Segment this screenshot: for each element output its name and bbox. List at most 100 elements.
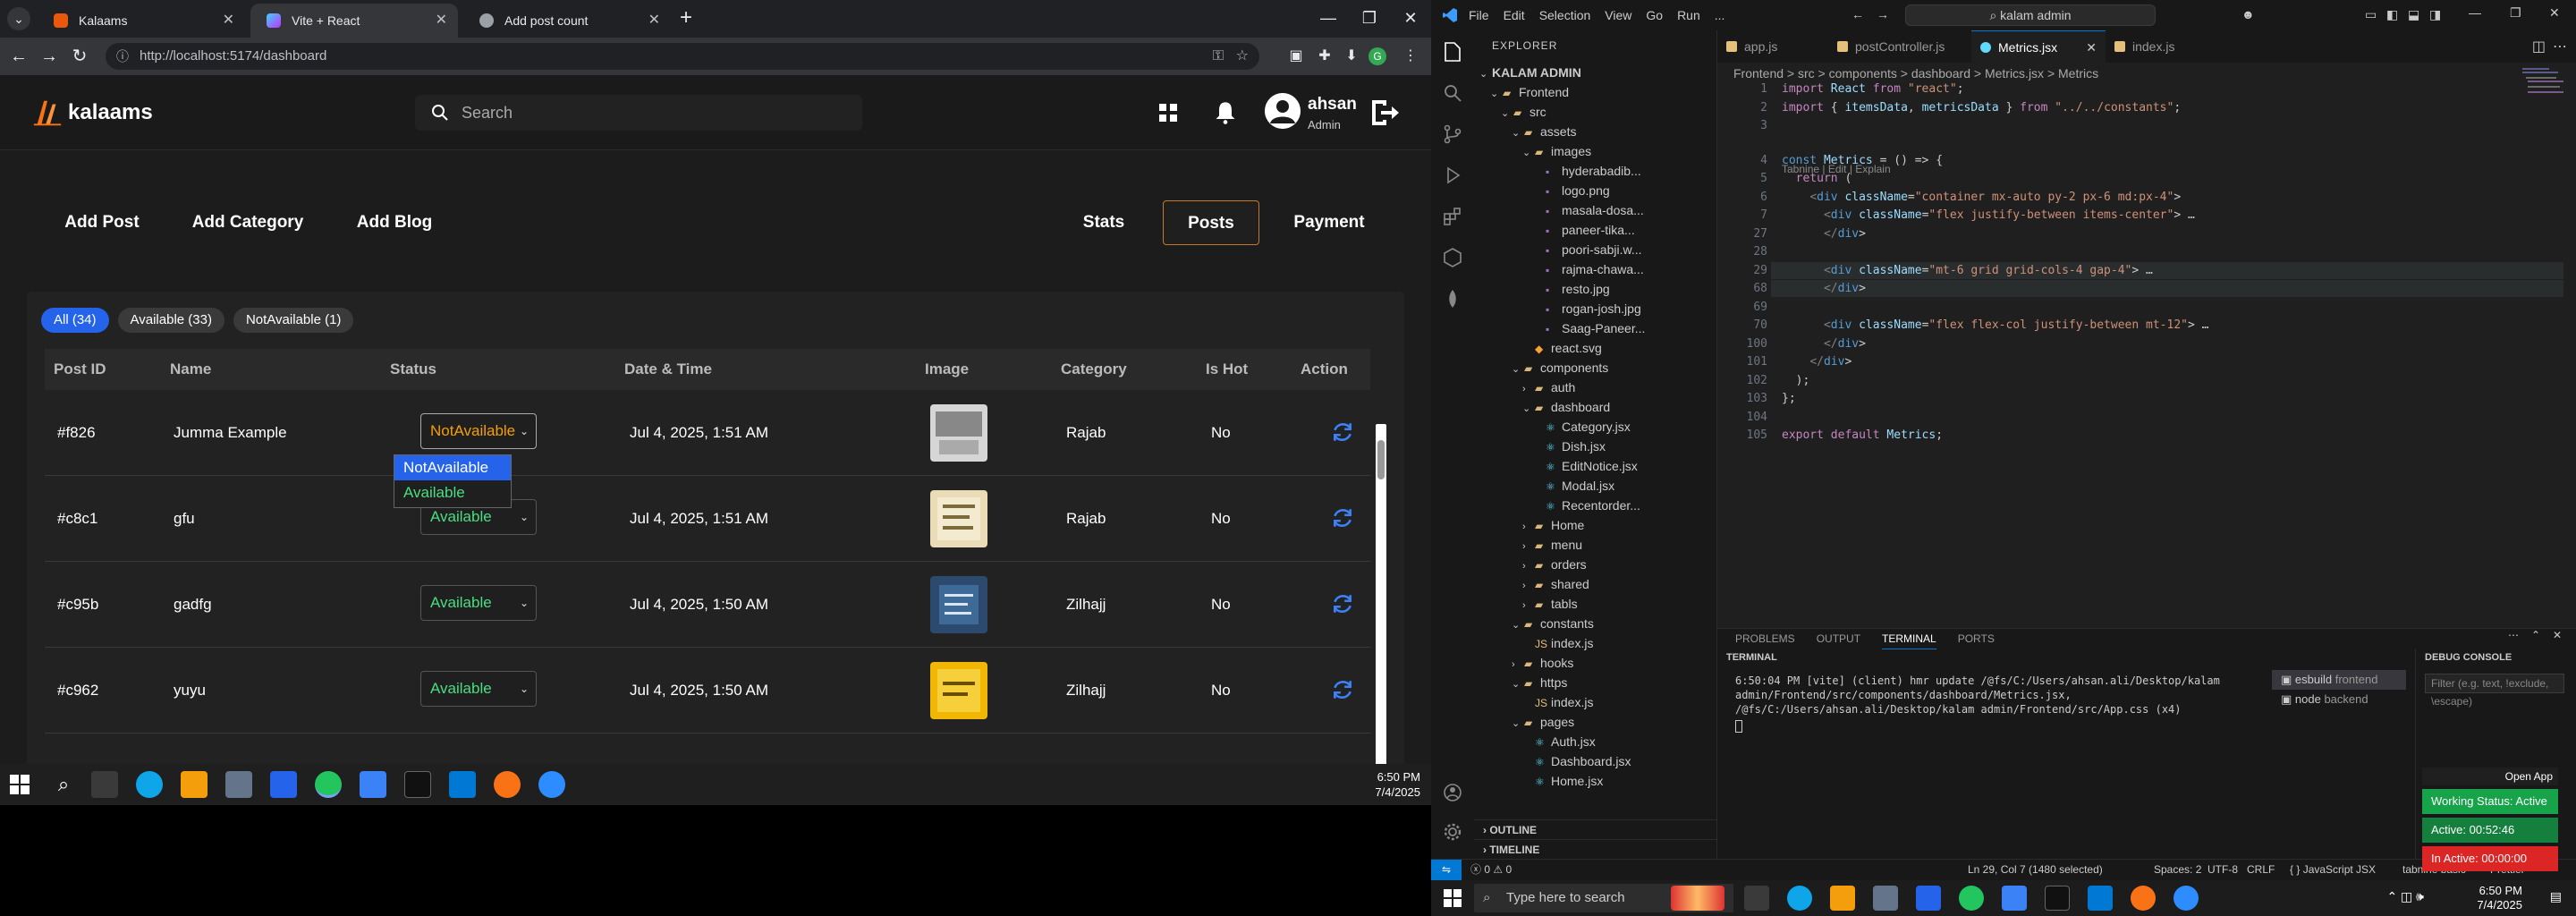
filter-notavailable[interactable]: NotAvailable (1) <box>233 308 354 333</box>
tree-item[interactable]: ◆ react.svg <box>1474 338 1717 358</box>
code-line[interactable]: const Metrics = () => { <box>1782 154 1943 167</box>
chrome-tab-kalaams[interactable]: Kalaams ✕ <box>38 4 245 38</box>
add-category-button[interactable]: Add Category <box>179 200 317 245</box>
extension-icon[interactable]: ▣ <box>1286 47 1306 66</box>
close-tab-icon[interactable]: ✕ <box>2086 31 2097 64</box>
file-explorer-icon[interactable] <box>181 771 208 798</box>
user-avatar[interactable] <box>1265 93 1301 129</box>
tree-item[interactable]: ⚛ Modal.jsx <box>1474 476 1717 496</box>
encoding[interactable]: UTF-8 <box>2207 860 2238 879</box>
close-panel-icon[interactable]: ✕ <box>2553 629 2562 641</box>
tree-item[interactable]: › ▰ Home <box>1474 515 1717 535</box>
posts-tab[interactable]: Posts <box>1163 200 1259 245</box>
tree-item[interactable]: › ▰ shared <box>1474 574 1717 594</box>
layout-icon[interactable]: ▭ <box>2365 7 2377 22</box>
new-tab-button[interactable]: + <box>680 5 692 30</box>
timeline-section[interactable]: › TIMELINE <box>1474 839 1717 859</box>
search-icon[interactable]: ⌕ <box>50 771 77 798</box>
editor-tab-app-js[interactable]: app.js <box>1717 30 1828 63</box>
code-line[interactable]: </div> <box>1782 355 1852 369</box>
menu-edit[interactable]: Edit <box>1504 0 1525 30</box>
extensions-icon[interactable] <box>1442 206 1463 227</box>
split-editor-icon[interactable]: ◫ <box>2532 38 2546 55</box>
notification-icon[interactable]: ▤ <box>2550 889 2562 904</box>
run-debug-icon[interactable] <box>1442 165 1463 186</box>
task-view-icon[interactable] <box>91 771 118 798</box>
close-window-icon[interactable]: ✕ <box>2549 5 2560 21</box>
tree-item[interactable]: ⚛ Dish.jsx <box>1474 437 1717 456</box>
tree-item[interactable]: ⚛ Dashboard.jsx <box>1474 751 1717 771</box>
store-icon[interactable] <box>1873 886 1898 911</box>
editor-tab-index-js[interactable]: index.js <box>2106 30 2213 63</box>
vscode-icon[interactable] <box>2088 886 2113 911</box>
chrome-tab-add-post-count[interactable]: Add post count ✕ <box>463 4 671 38</box>
tree-item[interactable]: ⌄ ▰ dashboard <box>1474 397 1717 417</box>
site-info-icon[interactable]: ⓘ <box>116 43 129 70</box>
bell-icon[interactable] <box>1213 100 1238 125</box>
add-blog-button[interactable]: Add Blog <box>333 200 456 245</box>
tree-item[interactable]: ▪ Saag-Paneer... <box>1474 318 1717 338</box>
terminal-node[interactable]: ▣ node backend <box>2272 690 2406 709</box>
tray-icons[interactable]: ⌃ ◫ 🕪 <box>2386 889 2424 904</box>
tree-item[interactable]: ⚛ Home.jsx <box>1474 771 1717 791</box>
filter-all[interactable]: All (34) <box>41 308 109 333</box>
code-line[interactable]: return ( <box>1782 172 1852 185</box>
windows-start-icon[interactable] <box>1444 889 1462 907</box>
store-icon[interactable] <box>225 771 252 798</box>
zoom-icon[interactable] <box>2174 886 2199 911</box>
explorer-icon[interactable] <box>1442 41 1463 63</box>
filter-available[interactable]: Available (33) <box>117 308 225 333</box>
minimap[interactable] <box>2522 66 2567 102</box>
mail-icon[interactable] <box>270 771 297 798</box>
profile-avatar[interactable]: G <box>1368 47 1386 65</box>
maximize-icon[interactable]: ❐ <box>1349 0 1390 38</box>
tree-item[interactable]: ⚛ Category.jsx <box>1474 417 1717 437</box>
indentation[interactable]: Spaces: 2 <box>2154 860 2201 879</box>
menu-more[interactable]: ... <box>1715 0 1725 30</box>
source-control-icon[interactable] <box>1442 123 1463 145</box>
editor-tab-postcontroller[interactable]: postController.js <box>1828 30 1971 63</box>
kebab-menu-icon[interactable]: ⋮ <box>1401 47 1420 66</box>
panel-tab-terminal[interactable]: TERMINAL <box>1882 629 1936 649</box>
incognito-key-icon[interactable]: ⚿ <box>1213 43 1224 70</box>
maximize-icon[interactable]: ❐ <box>2510 5 2521 21</box>
zoom-icon[interactable] <box>538 771 565 798</box>
tree-item[interactable]: ▪ hyderabadib... <box>1474 161 1717 181</box>
mongodb-leaf-icon[interactable] <box>1442 288 1463 310</box>
edge-icon[interactable] <box>136 771 163 798</box>
code-line[interactable]: <div className="flex flex-col justify-be… <box>1782 318 2209 332</box>
app-icon[interactable] <box>360 771 386 798</box>
tree-item[interactable]: ⌄ ▰ Frontend <box>1474 82 1717 102</box>
gear-icon[interactable] <box>1442 821 1463 843</box>
tree-item[interactable]: ▪ logo.png <box>1474 181 1717 200</box>
chrome-icon[interactable] <box>1959 886 1984 911</box>
code-line[interactable]: ); <box>1782 374 1810 387</box>
code-line[interactable]: import { itemsData, metricsData } from "… <box>1782 101 2181 114</box>
maximize-panel-icon[interactable]: ⌃ <box>2531 629 2540 641</box>
open-app-button[interactable]: Open App <box>2422 768 2558 785</box>
tree-item[interactable]: ⌄ ▰ components <box>1474 358 1717 377</box>
windows-start-icon[interactable] <box>9 774 30 795</box>
refresh-icon[interactable] <box>1331 506 1354 530</box>
search-input[interactable]: Search <box>415 95 862 131</box>
terminal-esbuild[interactable]: ▣ esbuild frontend <box>2272 670 2406 690</box>
minimize-icon[interactable]: — <box>2469 5 2481 20</box>
back-arrow-icon[interactable]: ← <box>1852 7 1864 21</box>
tree-item[interactable]: JS index.js <box>1474 633 1717 653</box>
search-icon[interactable] <box>1442 82 1463 104</box>
logout-icon[interactable] <box>1368 97 1401 129</box>
bookmark-star-icon[interactable]: ☆ <box>1236 43 1249 70</box>
hexagon-extension-icon[interactable] <box>1442 247 1463 268</box>
code-line[interactable]: <div className="flex justify-between ite… <box>1782 208 2195 222</box>
table-scrollbar[interactable] <box>1376 424 1386 764</box>
download-icon[interactable]: ⬇ <box>1342 47 1361 66</box>
tree-item[interactable]: JS index.js <box>1474 692 1717 712</box>
line-ending[interactable]: CRLF <box>2247 860 2275 879</box>
tree-item[interactable]: › ▰ orders <box>1474 555 1717 574</box>
task-view-icon[interactable] <box>1744 886 1769 911</box>
panel-more-icon[interactable]: ⋯ <box>2508 629 2519 641</box>
file-explorer-icon[interactable] <box>1830 886 1855 911</box>
puzzle-icon[interactable]: ✚ <box>1315 47 1335 66</box>
scrollbar-thumb[interactable] <box>1377 440 1385 479</box>
more-actions-icon[interactable]: ⋯ <box>2553 38 2567 55</box>
